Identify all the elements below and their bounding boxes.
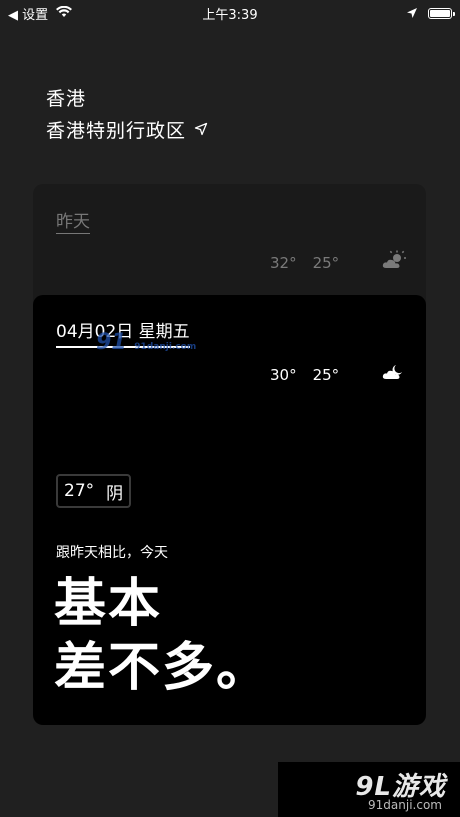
yesterday-high: 32° bbox=[270, 254, 297, 272]
watermark-url: 91danji.com bbox=[134, 342, 197, 352]
site-logo: 9L游戏 91danji.com bbox=[278, 762, 460, 817]
yesterday-temps: 32° 25° bbox=[270, 254, 339, 272]
watermark: 91 91danji.com bbox=[96, 330, 196, 355]
city-name: 香港 bbox=[46, 88, 87, 110]
location-arrow-icon bbox=[194, 119, 208, 141]
summary-line-1: 基本 bbox=[54, 574, 163, 634]
current-temp: 27° bbox=[64, 481, 95, 501]
partly-cloudy-icon bbox=[382, 363, 406, 385]
yesterday-label: 昨天 bbox=[56, 212, 90, 232]
current-condition: 阴 bbox=[106, 483, 124, 504]
today-card[interactable]: 04月02日 星期五 30° 25° 27° 阴 跟昨天相比，今天 基本 差不多… bbox=[33, 295, 426, 725]
status-time: 上午3:39 bbox=[202, 8, 258, 23]
today-high: 30° bbox=[270, 366, 297, 384]
current-conditions-badge: 27° 阴 bbox=[56, 474, 132, 508]
status-bar: ◀ 设置 上午3:39 bbox=[0, 0, 460, 24]
watermark-text: 91 bbox=[96, 330, 127, 355]
region-label: 香港特别行政区 bbox=[46, 120, 187, 142]
today-low: 25° bbox=[312, 366, 340, 384]
region-name[interactable]: 香港特别行政区 bbox=[46, 116, 208, 143]
location-services-icon bbox=[406, 4, 418, 23]
battery-icon bbox=[428, 8, 455, 19]
compare-text: 跟昨天相比，今天 bbox=[56, 545, 168, 561]
logo-url: 91danji.com bbox=[368, 798, 442, 812]
yesterday-low: 25° bbox=[312, 254, 340, 272]
partly-sunny-icon bbox=[382, 250, 408, 274]
today-temps: 30° 25° bbox=[270, 366, 339, 384]
summary-line-2: 差不多。 bbox=[54, 638, 271, 698]
summary-text: 基本 差不多。 bbox=[54, 572, 270, 700]
